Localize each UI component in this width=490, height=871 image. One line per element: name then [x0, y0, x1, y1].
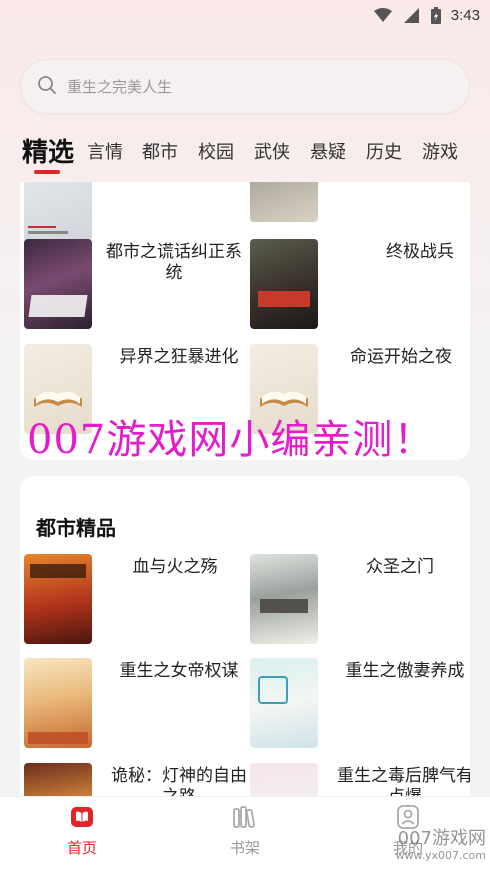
tab-wuxia[interactable]: 武侠: [254, 138, 290, 164]
watermark-brand: 007游戏网: [397, 828, 486, 849]
book-title: 众圣之门: [366, 557, 434, 577]
tab-urban[interactable]: 都市: [142, 138, 178, 164]
book-title: 重生之傲妻养成: [345, 661, 465, 681]
section-title: 都市精品: [36, 516, 116, 540]
wifi-icon: [373, 8, 392, 22]
book-open-icon: [70, 807, 94, 833]
book-title: 都市之谎话纠正系统: [106, 242, 242, 283]
book-cover: [250, 239, 318, 329]
nav-home[interactable]: 首页: [42, 805, 122, 858]
tab-campus[interactable]: 校园: [198, 138, 234, 164]
urban-section: 都市精品 血与火之殇 众圣之门 重生之女帝权谋 重生之傲妻养成 诡秘：灯神的自由…: [20, 476, 470, 806]
nav-label: 首页: [66, 839, 97, 857]
category-tabs: 精选 言情 都市 校园 武侠 悬疑 历史 游戏: [0, 130, 490, 175]
book-cover: [250, 658, 318, 748]
search-placeholder: 重生之完美人生: [67, 78, 173, 96]
book-cover: [24, 554, 92, 644]
book-title: 异界之狂暴进化: [119, 347, 239, 367]
search-icon: [37, 75, 57, 99]
book-cover: [250, 554, 318, 644]
status-bar: 3:43: [0, 0, 490, 30]
book-cover: [250, 182, 318, 222]
book-title: 命运开始之夜: [350, 347, 452, 367]
tab-mystery[interactable]: 悬疑: [310, 138, 346, 164]
signal-icon: [403, 7, 419, 23]
overlay-caption: 007游戏网小编亲测！: [27, 417, 435, 463]
book-cover: [24, 239, 92, 329]
book-cover: [24, 658, 92, 748]
nav-label: 书架: [229, 839, 260, 857]
nav-bookshelf[interactable]: 书架: [205, 805, 285, 858]
book-title: 血与火之殇: [132, 557, 218, 577]
tab-games[interactable]: 游戏: [422, 138, 458, 164]
book-title: 终极战兵: [386, 242, 454, 262]
tab-history[interactable]: 历史: [366, 138, 402, 164]
watermark-url: www.yx007.com: [395, 849, 486, 862]
search-bar[interactable]: 重生之完美人生: [20, 59, 470, 114]
book-title: 重生之女帝权谋: [119, 661, 239, 681]
active-tab-indicator: [34, 170, 60, 174]
battery-icon: [430, 6, 441, 24]
bookshelf-icon: [232, 806, 258, 833]
site-watermark: 007游戏网 www.yx007.com: [396, 828, 486, 862]
book-cover: [24, 182, 92, 242]
tab-romance[interactable]: 言情: [87, 138, 123, 164]
tab-featured[interactable]: 精选: [22, 132, 74, 169]
status-time: 3:43: [450, 6, 480, 24]
